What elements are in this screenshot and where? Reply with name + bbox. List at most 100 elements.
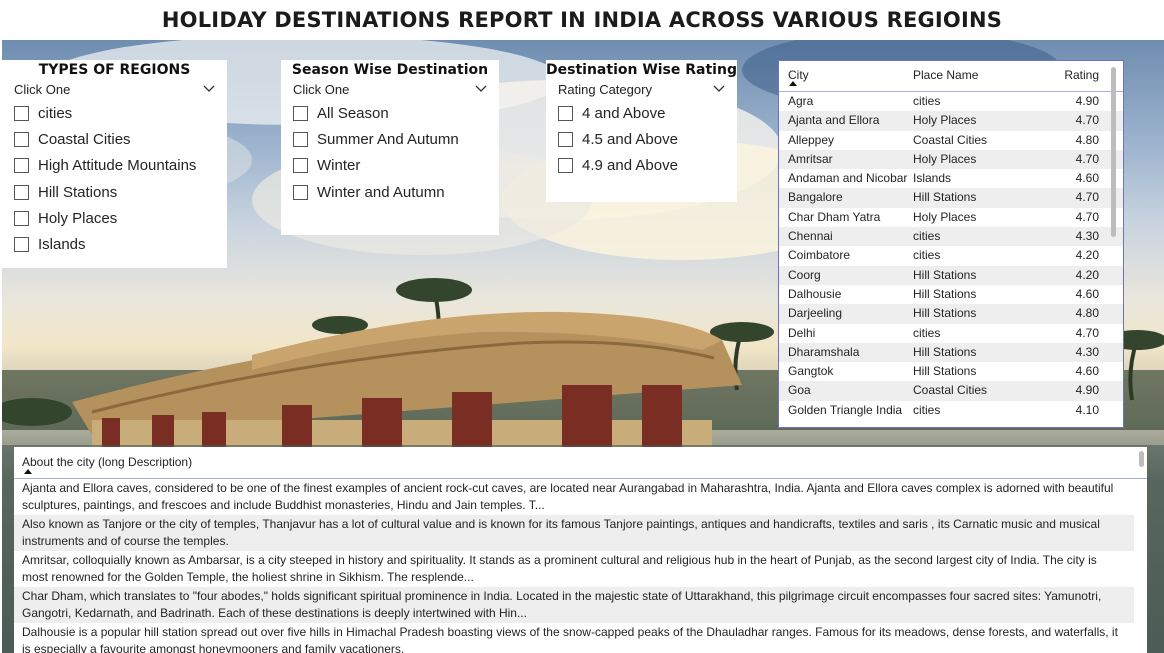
chevron-down-icon[interactable] [713, 84, 725, 94]
description-header[interactable]: About the city (long Description) [14, 447, 1147, 479]
slicer-dropdown-header[interactable]: Click One [281, 80, 499, 100]
sort-ascending-icon [789, 81, 797, 86]
description-row[interactable]: Amritsar, colloquially known as Ambarsar… [14, 551, 1134, 587]
checkbox[interactable] [14, 105, 29, 121]
table-row[interactable]: Delhi cities 4.70 [779, 324, 1123, 343]
table-header-row: City Place Name Rating [779, 61, 1123, 92]
slicer-item-winter-and-autumn[interactable]: Winter and Autumn [281, 179, 499, 205]
checkbox[interactable] [14, 131, 29, 147]
checkbox[interactable] [293, 184, 308, 200]
checkbox[interactable] [558, 158, 573, 174]
slicer-item-4-5-and-above[interactable]: 4.5 and Above [546, 126, 737, 152]
description-header-label: About the city (long Description) [22, 455, 193, 469]
cell-city: Dharamshala [788, 344, 860, 359]
table-row[interactable]: Goa Coastal Cities 4.90 [779, 381, 1123, 401]
column-header-place-name[interactable]: Place Name [913, 68, 1025, 91]
cell-rating: 4.70 [1075, 325, 1099, 340]
table-row[interactable]: Chennai cities 4.30 [779, 227, 1123, 247]
slicer-item-all-season[interactable]: All Season [281, 100, 499, 126]
checkbox[interactable] [558, 131, 573, 147]
table-row[interactable]: Dharamshala Hill Stations 4.30 [779, 342, 1123, 363]
slicer-dropdown-header[interactable]: Click One [2, 80, 227, 100]
cell-city: Chennai [788, 229, 833, 244]
checkbox[interactable] [14, 210, 29, 226]
cell-place-name: cities [913, 402, 941, 417]
slicer-item-summer-and-autumn[interactable]: Summer And Autumn [281, 126, 499, 152]
cell-place-name: Hill Stations [913, 364, 977, 379]
slicer-item-4-9-and-above[interactable]: 4.9 and Above [546, 153, 737, 179]
slicer-item-label: Winter and Autumn [317, 183, 445, 201]
cell-rating: 4.70 [1075, 151, 1099, 166]
table-row[interactable]: Golden Triangle India cities 4.10 [779, 401, 1123, 420]
cell-city: Andaman and Nicobar [788, 171, 908, 186]
chevron-down-icon[interactable] [475, 84, 487, 94]
table-row[interactable]: Coorg Hill Stations 4.20 [779, 265, 1123, 285]
season-wise-destination-slicer: Season Wise Destination Click One All Se… [281, 60, 499, 235]
cell-city: Golden Triangle India [788, 402, 903, 417]
cell-rating: 4.30 [1075, 344, 1099, 359]
slicer-item-cities[interactable]: cities [2, 100, 227, 126]
checkbox[interactable] [293, 158, 308, 174]
table-row[interactable]: Coimbatore cities 4.20 [779, 246, 1123, 265]
checkbox[interactable] [14, 184, 29, 200]
description-row[interactable]: Ajanta and Ellora caves, considered to b… [14, 479, 1134, 515]
table-row[interactable]: Ajanta and Ellora Holy Places 4.70 [779, 111, 1123, 131]
cell-rating: 4.60 [1075, 364, 1099, 379]
checkbox[interactable] [14, 158, 29, 174]
table-row[interactable]: Dalhousie Hill Stations 4.60 [779, 285, 1123, 304]
cell-city: Char Dham Yatra [788, 209, 881, 224]
table-row[interactable]: Bangalore Hill Stations 4.70 [779, 188, 1123, 208]
checkbox[interactable] [558, 105, 573, 121]
cell-place-name: Hill Stations [913, 286, 977, 301]
table-row[interactable]: Gangtok Hill Stations 4.60 [779, 362, 1123, 381]
cell-place-name: Holy Places [913, 113, 977, 128]
slicer-header-label: Click One [293, 82, 350, 97]
checkbox[interactable] [14, 237, 29, 253]
types-of-regions-slicer: TYPES OF REGIONS Click One cities Coasta… [2, 60, 227, 268]
checkbox[interactable] [293, 131, 308, 147]
table-row[interactable]: Andaman and Nicobar Islands 4.60 [779, 169, 1123, 188]
city-description-table: About the city (long Description) Ajanta… [14, 447, 1147, 653]
slicer-item-label: Summer And Autumn [317, 130, 459, 148]
slicer-item-holy-places[interactable]: Holy Places [2, 205, 227, 231]
slicer-item-coastal-cities[interactable]: Coastal Cities [2, 126, 227, 152]
table-row[interactable]: Amritsar Holy Places 4.70 [779, 149, 1123, 170]
slicer-item-hill-stations[interactable]: Hill Stations [2, 179, 227, 205]
slicer-item-winter[interactable]: Winter [281, 153, 499, 179]
slicer-item-label: Hill Stations [38, 183, 118, 201]
destinations-table: City Place Name Rating Agra cities 4.90 Aja… [778, 60, 1124, 428]
cell-rating: 4.80 [1075, 306, 1099, 321]
cell-rating: 4.30 [1075, 229, 1099, 244]
chevron-down-icon[interactable] [203, 84, 215, 94]
cell-place-name: Hill Stations [913, 344, 977, 359]
cell-rating: 4.90 [1075, 383, 1099, 398]
sort-ascending-icon [24, 469, 32, 474]
description-row[interactable]: Dalhousie is a popular hill station spre… [14, 623, 1134, 653]
description-scrollbar[interactable] [1139, 451, 1144, 467]
slicer-item-label: 4.9 and Above [582, 157, 678, 175]
cell-city: Coorg [788, 267, 821, 282]
table-row[interactable]: Alleppey Coastal Cities 4.80 [779, 131, 1123, 150]
description-row[interactable]: Also known as Tanjore or the city of tem… [14, 515, 1134, 551]
description-body: Ajanta and Ellora caves, considered to b… [14, 479, 1147, 653]
table-row[interactable]: Agra cities 4.90 [779, 92, 1123, 111]
column-header-city[interactable]: City [779, 68, 913, 91]
cell-place-name: Coastal Cities [913, 383, 988, 398]
slicer-header-label: Rating Category [558, 82, 652, 97]
cell-rating: 4.20 [1075, 267, 1099, 282]
slicer-item-label: High Attitude Mountains [38, 157, 197, 175]
slicer-item-4-and-above[interactable]: 4 and Above [546, 100, 737, 126]
cell-city: Dalhousie [788, 286, 842, 301]
slicer-item-label: 4.5 and Above [582, 130, 678, 148]
checkbox[interactable] [293, 105, 308, 121]
slicer-item-high-attitude-mountains[interactable]: High Attitude Mountains [2, 153, 227, 179]
table-row[interactable]: Darjeeling Hill Stations 4.80 [779, 304, 1123, 324]
table-row[interactable]: Char Dham Yatra Holy Places 4.70 [779, 208, 1123, 227]
column-header-rating[interactable]: Rating [1025, 68, 1101, 91]
slicer-item-label: Coastal Cities [38, 130, 131, 148]
table-scrollbar[interactable] [1111, 67, 1116, 237]
slicer-dropdown-header[interactable]: Rating Category [546, 80, 737, 100]
slicer-title: TYPES OF REGIONS [38, 62, 191, 78]
slicer-item-islands[interactable]: Islands [2, 231, 227, 257]
description-row[interactable]: Char Dham, which translates to "four abo… [14, 587, 1134, 623]
